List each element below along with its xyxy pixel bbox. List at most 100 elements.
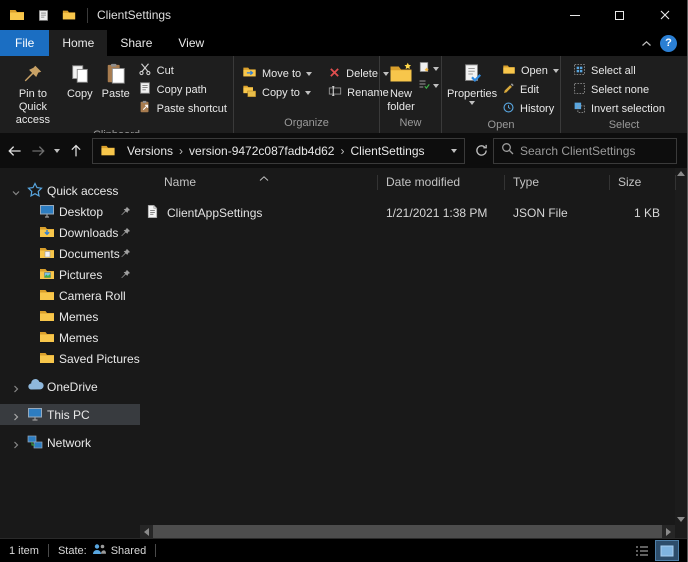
- open-button[interactable]: Open: [498, 61, 563, 80]
- breadcrumb-version-folder[interactable]: version-9472c087fadb4d62: [183, 144, 340, 158]
- delete-icon: [328, 66, 341, 82]
- select-all-label: Select all: [591, 64, 636, 77]
- move-to-icon: [242, 65, 257, 82]
- collapse-ribbon-icon[interactable]: [641, 36, 652, 50]
- cut-button[interactable]: Cut: [134, 61, 231, 80]
- sidebar-item-memes-1[interactable]: Memes: [0, 306, 140, 327]
- select-none-button[interactable]: Select none: [569, 80, 669, 99]
- vertical-scrollbar[interactable]: [675, 168, 687, 538]
- copy-path-label: Copy path: [156, 83, 207, 96]
- new-item-icon: [418, 61, 430, 76]
- pin-icon: [120, 248, 131, 262]
- titlebar-separator: [87, 7, 88, 23]
- refresh-icon[interactable]: [469, 139, 493, 163]
- sidebar-item-camera-roll[interactable]: Camera Roll: [0, 285, 140, 306]
- chevron-right-icon[interactable]: [12, 410, 20, 424]
- move-to-button[interactable]: Move to: [238, 64, 316, 83]
- ribbon-group-open: Properties Open Edit History Open: [441, 56, 560, 133]
- scroll-right-icon[interactable]: [662, 525, 675, 538]
- navigation-pane: Quick access Desktop Downloads Documents…: [0, 168, 140, 538]
- select-all-button[interactable]: Select all: [569, 61, 669, 80]
- address-dropdown-icon[interactable]: [444, 148, 464, 153]
- qat-properties-icon[interactable]: [34, 6, 52, 24]
- tab-view[interactable]: View: [165, 30, 217, 56]
- copy-to-button[interactable]: Copy to: [238, 83, 316, 102]
- column-header-date-modified[interactable]: Date modified: [378, 174, 505, 190]
- sidebar-item-memes-2[interactable]: Memes: [0, 327, 140, 348]
- up-button[interactable]: [64, 139, 88, 163]
- tab-home[interactable]: Home: [49, 30, 108, 56]
- onedrive-cloud-icon: [27, 378, 45, 395]
- minimize-button[interactable]: [552, 0, 597, 30]
- history-icon: [502, 101, 515, 117]
- breadcrumb-clientsettings[interactable]: ClientSettings: [344, 144, 430, 158]
- horizontal-scrollbar[interactable]: [140, 525, 675, 538]
- invert-selection-label: Invert selection: [591, 102, 665, 115]
- sidebar-item-downloads[interactable]: Downloads: [0, 222, 140, 243]
- forward-button[interactable]: [26, 139, 50, 163]
- sidebar-item-pictures[interactable]: Pictures: [0, 264, 140, 285]
- search-box[interactable]: [493, 137, 677, 164]
- recent-locations-icon[interactable]: [50, 139, 64, 163]
- copy-path-icon: [138, 81, 152, 98]
- breadcrumb-versions[interactable]: Versions: [121, 144, 179, 158]
- easy-access-dropdown-icon: [433, 83, 439, 88]
- copy-button[interactable]: Copy: [62, 58, 98, 101]
- copy-path-button[interactable]: Copy path: [134, 80, 231, 99]
- sort-ascending-icon[interactable]: [259, 168, 269, 186]
- horizontal-scrollbar-thumb[interactable]: [153, 525, 662, 538]
- sidebar-item-this-pc[interactable]: This PC: [0, 404, 140, 425]
- chevron-right-icon[interactable]: [12, 438, 20, 452]
- file-size: 1 KB: [633, 206, 660, 220]
- thumbnails-view-button[interactable]: [655, 540, 679, 561]
- sidebar-item-documents[interactable]: Documents: [0, 243, 140, 264]
- paste-label: Paste: [101, 88, 130, 100]
- column-header-size[interactable]: Size: [610, 174, 676, 190]
- scroll-up-icon[interactable]: [677, 171, 685, 176]
- quick-access-star-icon: [27, 182, 43, 201]
- sidebar-item-quick-access[interactable]: Quick access: [0, 180, 140, 201]
- new-item-button[interactable]: [418, 60, 439, 77]
- chevron-right-icon[interactable]: [12, 382, 20, 396]
- sidebar-item-network[interactable]: Network: [0, 432, 140, 453]
- window-title: ClientSettings: [97, 8, 172, 22]
- open-icon: [502, 63, 516, 79]
- chevron-down-icon[interactable]: [12, 186, 20, 200]
- easy-access-button[interactable]: [418, 77, 439, 94]
- history-button[interactable]: History: [498, 99, 563, 118]
- search-input[interactable]: [520, 143, 669, 158]
- sidebar-item-label: Desktop: [59, 204, 104, 219]
- paste-button[interactable]: Paste: [98, 58, 134, 101]
- sidebar-item-onedrive[interactable]: OneDrive: [0, 376, 140, 397]
- new-folder-button[interactable]: New folder: [384, 58, 418, 114]
- invert-selection-button[interactable]: Invert selection: [569, 99, 669, 118]
- qat-new-folder-icon[interactable]: [60, 6, 78, 24]
- maximize-button[interactable]: [597, 0, 642, 30]
- select-group-label: Select: [608, 119, 640, 131]
- pin-icon: [120, 269, 131, 283]
- shared-people-icon: [92, 543, 106, 558]
- open-label: Open: [521, 64, 548, 77]
- copy-to-icon: [242, 84, 257, 101]
- delete-label: Delete: [346, 67, 378, 80]
- scroll-down-icon[interactable]: [677, 517, 685, 522]
- table-row[interactable]: ClientAppSettings 1/21/2021 1:38 PM JSON…: [140, 202, 675, 224]
- file-rows: ClientAppSettings 1/21/2021 1:38 PM JSON…: [140, 194, 675, 538]
- tab-file[interactable]: File: [0, 30, 50, 56]
- column-header-type[interactable]: Type: [505, 174, 610, 190]
- tab-share[interactable]: Share: [107, 30, 165, 56]
- details-view-button[interactable]: [631, 541, 653, 560]
- address-bar[interactable]: Versions version-9472c087fadb4d62 Client…: [92, 137, 465, 164]
- back-button[interactable]: [2, 139, 26, 163]
- easy-access-icon: [418, 78, 430, 93]
- pin-icon: [120, 227, 131, 241]
- properties-button[interactable]: Properties: [446, 58, 498, 106]
- pin-to-quick-access-button[interactable]: Pin to Quick access: [4, 58, 62, 128]
- sidebar-item-desktop[interactable]: Desktop: [0, 201, 140, 222]
- paste-shortcut-button[interactable]: Paste shortcut: [134, 99, 231, 118]
- close-button[interactable]: [642, 0, 687, 30]
- scroll-left-icon[interactable]: [140, 525, 153, 538]
- edit-button[interactable]: Edit: [498, 80, 563, 99]
- sidebar-item-saved-pictures[interactable]: Saved Pictures: [0, 348, 140, 369]
- help-icon[interactable]: ?: [660, 34, 677, 52]
